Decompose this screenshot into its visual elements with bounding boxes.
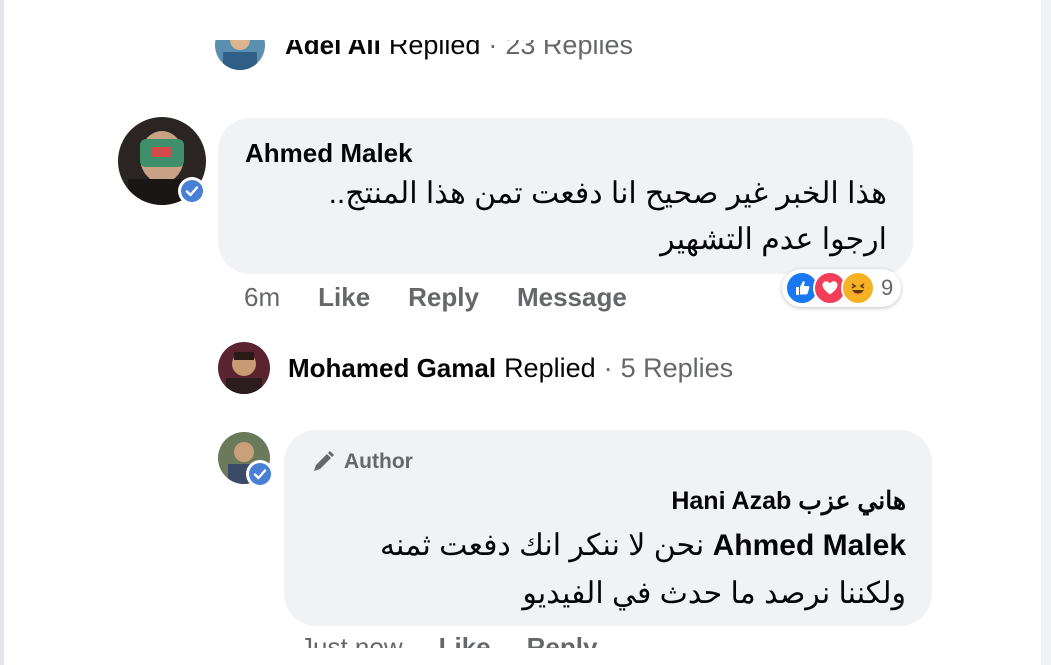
- comment-text-line2: ارجوا عدم التشهير: [660, 223, 887, 256]
- haha-icon: [841, 271, 875, 305]
- comment-text-line1: هذا الخبر غير صحيح انا دفعت تمن هذا المن…: [328, 177, 887, 210]
- comment-text-line1: Ahmed Malek نحن لا ننكر انك دفعت ثمنه: [286, 524, 906, 568]
- replier-name[interactable]: Adel Ali: [285, 40, 381, 61]
- verified-badge: [246, 460, 274, 488]
- replied-summary-adel[interactable]: Adel Ali Replied · 23 Replies: [215, 40, 815, 84]
- replied-label: Replied: [388, 40, 481, 60]
- verified-check-icon: [249, 463, 271, 485]
- avatar[interactable]: [215, 40, 265, 70]
- comment-time[interactable]: Just now: [300, 632, 403, 648]
- message-button[interactable]: Message: [517, 282, 627, 313]
- like-button[interactable]: Like: [318, 282, 370, 313]
- pencil-icon: [310, 449, 336, 475]
- replied-label: Replied: [504, 352, 596, 383]
- verified-check-icon: [181, 180, 203, 202]
- comment-bubble: Author هاني عزب Hani Azab Ahmed Malek نح…: [284, 430, 932, 626]
- reactions-summary[interactable]: 9: [782, 269, 902, 307]
- replies-count[interactable]: 5 Replies: [621, 353, 734, 384]
- comment-text: نحن لا ننكر انك دفعت ثمنه: [379, 529, 705, 562]
- comment-bubble: Ahmed Malek هذا الخبر غير صحيح انا دفعت …: [218, 118, 913, 274]
- comment-author[interactable]: Ahmed Malek: [245, 138, 413, 169]
- comment-actions: Just now Like Reply: [300, 628, 700, 648]
- like-button[interactable]: Like: [439, 632, 491, 648]
- author-tag: Author: [310, 449, 413, 475]
- avatar[interactable]: [218, 342, 270, 394]
- reply-button[interactable]: Reply: [408, 282, 479, 313]
- avatar[interactable]: [118, 117, 206, 205]
- verified-badge: [178, 177, 206, 205]
- separator: ·: [488, 40, 498, 60]
- separator: ·: [603, 352, 613, 383]
- author-tag-label: Author: [344, 450, 413, 473]
- replied-summary-mohamed[interactable]: Mohamed Gamal Replied · 5 Replies: [218, 342, 733, 394]
- avatar[interactable]: [218, 432, 274, 488]
- comment-author[interactable]: هاني عزب Hani Azab: [671, 486, 906, 516]
- comment-text-line2: ولكننا نرصد ما حدث في الفيديو: [522, 577, 906, 610]
- comment-time[interactable]: 6m: [244, 282, 280, 313]
- scroll-track[interactable]: [1041, 0, 1051, 665]
- mention-link[interactable]: Ahmed Malek: [713, 529, 906, 562]
- replies-count[interactable]: 23 Replies: [505, 40, 633, 61]
- replier-name[interactable]: Mohamed Gamal: [288, 353, 496, 384]
- left-edge: [0, 0, 4, 665]
- reply-button[interactable]: Reply: [527, 632, 598, 648]
- comment-actions: 6m Like Reply Message: [244, 282, 627, 313]
- reaction-count: 9: [881, 275, 894, 300]
